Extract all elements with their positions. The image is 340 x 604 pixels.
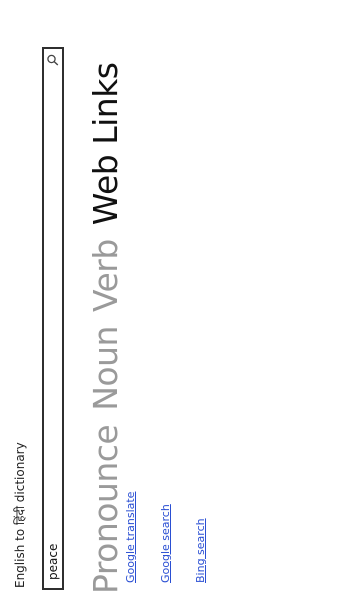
- search-box[interactable]: [42, 47, 64, 590]
- app-title: English to हिंदी dictionary: [13, 442, 27, 588]
- search-input[interactable]: [44, 100, 62, 580]
- tab-web-links[interactable]: Web Links: [86, 62, 126, 225]
- tab-pronounce[interactable]: Pronounce: [86, 425, 126, 594]
- rotated-content: English to हिंदी dictionary Pronounce Nou…: [0, 0, 340, 604]
- app-screen: English to हिंदी dictionary Pronounce Nou…: [0, 0, 340, 604]
- bing-search-link[interactable]: Bing search: [194, 518, 207, 583]
- pivot-tabs: Pronounce Noun Verb Web Links: [86, 48, 126, 594]
- google-search-link[interactable]: Google search: [159, 504, 172, 583]
- tab-verb[interactable]: Verb: [86, 239, 126, 312]
- search-icon[interactable]: [46, 53, 60, 67]
- tab-noun[interactable]: Noun: [86, 326, 126, 411]
- google-translate-link[interactable]: Google translate: [124, 492, 137, 583]
